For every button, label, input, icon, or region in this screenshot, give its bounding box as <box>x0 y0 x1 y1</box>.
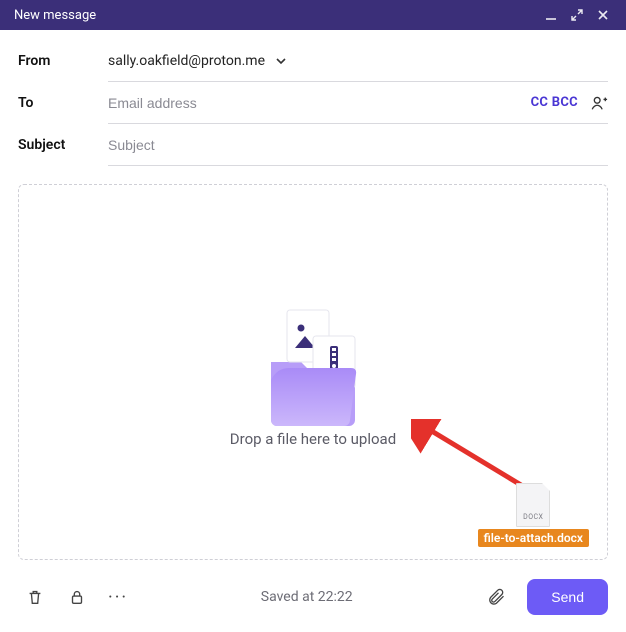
file-icon: DOCX <box>516 483 550 527</box>
more-options-icon[interactable]: ··· <box>102 587 134 608</box>
from-value: sally.oakfield@proton.me <box>108 53 265 69</box>
compose-header: From sally.oakfield@proton.me To CC BCC … <box>0 30 626 166</box>
drag-arrow-annotation <box>411 419 531 489</box>
lock-icon[interactable] <box>60 580 94 614</box>
close-icon[interactable] <box>590 0 616 30</box>
file-dropzone[interactable]: Drop a file here to upload DOCX file-to-… <box>18 184 608 560</box>
from-selector[interactable]: sally.oakfield@proton.me <box>108 40 608 82</box>
titlebar: New message <box>0 0 626 30</box>
body-area: Drop a file here to upload DOCX file-to-… <box>0 166 626 578</box>
expand-icon[interactable] <box>564 0 590 30</box>
compose-footer: ··· Saved at 22:22 Send <box>0 578 626 632</box>
trash-icon[interactable] <box>18 580 52 614</box>
dragged-file[interactable]: DOCX file-to-attach.docx <box>478 483 589 547</box>
to-input[interactable] <box>108 91 531 115</box>
attachment-icon[interactable] <box>479 580 513 614</box>
chevron-down-icon <box>275 55 287 67</box>
to-field-wrap: CC BCC <box>108 82 608 124</box>
folder-illustration <box>253 296 373 416</box>
to-row: To CC BCC <box>18 82 608 124</box>
subject-label: Subject <box>18 137 108 153</box>
subject-row: Subject <box>18 124 608 166</box>
window-title: New message <box>14 8 538 23</box>
save-status: Saved at 22:22 <box>142 589 471 605</box>
to-label: To <box>18 95 108 111</box>
subject-input[interactable] <box>108 133 608 157</box>
add-contact-icon[interactable] <box>590 94 608 112</box>
from-label: From <box>18 53 108 69</box>
from-row: From sally.oakfield@proton.me <box>18 40 608 82</box>
cc-button[interactable]: CC BCC <box>531 95 578 110</box>
dragged-file-name: file-to-attach.docx <box>478 529 589 547</box>
subject-field-wrap <box>108 124 608 166</box>
minimize-button[interactable] <box>538 0 564 30</box>
send-button[interactable]: Send <box>527 579 608 615</box>
